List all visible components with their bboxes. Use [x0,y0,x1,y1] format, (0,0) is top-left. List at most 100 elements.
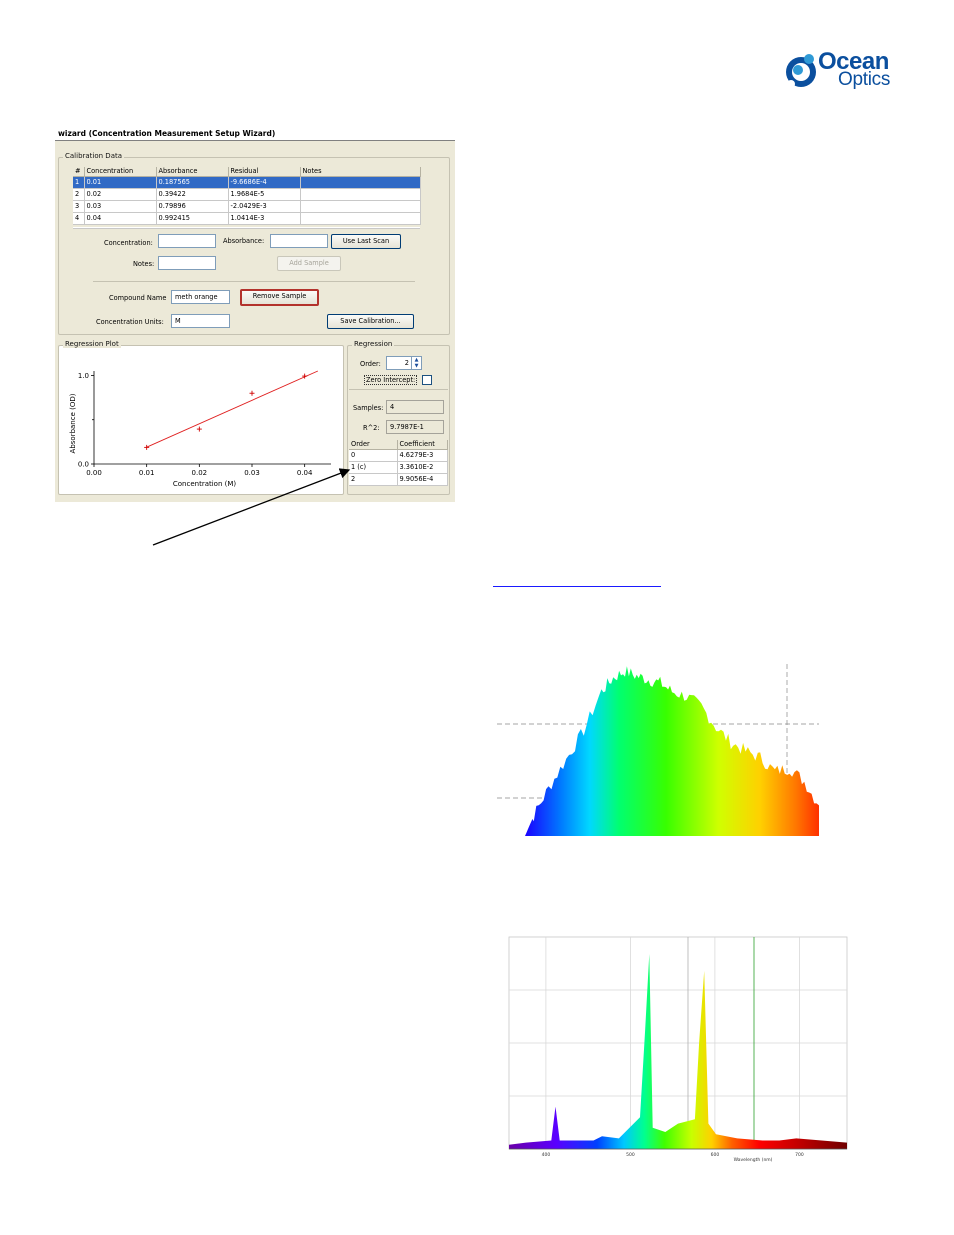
col-header-order[interactable]: Order [349,440,398,450]
absorbance-label: Absorbance: [223,237,265,245]
data-point [196,426,202,432]
x-tick-label: 400 [542,1152,551,1158]
zero-intercept-checkbox[interactable] [422,375,432,385]
col-header-residual[interactable]: Residual [228,167,301,177]
line-emission-spectrum-chart: 400 500 600 700 Wavelength (nm) [508,936,848,1163]
x-tick-label: 700 [795,1152,804,1158]
x-tick-label: 0.04 [297,469,313,477]
spectrum-area [525,666,819,836]
order-value: 2 [404,359,409,367]
zero-intercept-label: Zero Intercept: [364,375,418,385]
table-empty-area [73,227,420,229]
table-cell: 0.03 [84,200,157,213]
table-cell: 4.6279E-3 [397,449,448,462]
concentration-units-label: Concentration Units: [96,318,164,326]
table-cell: 1 (c) [349,461,398,474]
broadband-spectrum-chart [497,664,819,836]
x-tick-label: 500 [626,1152,635,1158]
r2-label: R^2: [363,424,380,432]
table-cell: 0 [349,449,398,462]
separator [349,389,448,390]
order-label: Order: [360,360,381,368]
table-row[interactable]: 0 4.6279E-3 [349,449,448,462]
col-header-absorbance[interactable]: Absorbance [156,167,229,177]
table-cell: -9.6686E-4 [228,176,301,189]
samples-label: Samples: [353,404,384,412]
compound-name-input[interactable]: meth orange [171,290,230,304]
x-tick-label: 0.03 [244,469,260,477]
calibration-table-header: # Concentration Absorbance Residual Note… [73,167,421,177]
col-header-notes[interactable]: Notes [300,167,421,177]
table-cell: 1.9684E-5 [228,188,301,201]
regression-plot-chart: 0.00 0.01 0.02 0.03 0.04 0.0 1.0 Concentration … [69,370,331,488]
y-axis-label: Absorbance (OD) [69,393,77,453]
x-axis-label: Concentration (M) [173,480,237,488]
hyperlink-underline [493,586,661,587]
concentration-units-input[interactable]: M [171,314,230,328]
table-cell: -2.0429E-3 [228,200,301,213]
separator [93,281,415,282]
coefficient-table[interactable]: Order Coefficient 0 4.6279E-3 1 (c) 3.36… [349,440,448,486]
table-cell [300,200,421,213]
coefficient-table-header: Order Coefficient [349,440,448,450]
table-row[interactable]: 1 (c) 3.3610E-2 [349,461,448,474]
table-row[interactable]: 3 0.03 0.79896 -2.0429E-3 [73,200,421,213]
compound-name-label: Compound Name [109,294,167,302]
dialog-title: wizard (Concentration Measurement Setup … [55,127,455,141]
table-row[interactable]: 1 0.01 0.187565 -9.6686E-4 [73,176,421,189]
y-tick-label: 0.0 [78,461,89,469]
table-row[interactable]: 2 9.9056E-4 [349,473,448,486]
add-sample-button[interactable]: Add Sample [277,256,341,271]
table-cell [300,188,421,201]
calibration-data-label: Calibration Data [63,152,125,160]
table-cell: 1 [73,176,85,189]
table-cell: 3 [73,200,85,213]
x-tick-label: 0.01 [139,469,155,477]
concentration-input[interactable] [158,234,216,248]
x-axis-label: Wavelength (nm) [734,1157,773,1163]
col-header-coefficient[interactable]: Coefficient [397,440,448,450]
notes-label: Notes: [133,260,155,268]
ocean-optics-logo: Ocean Optics [784,46,904,96]
table-cell: 9.9056E-4 [397,473,448,486]
calibration-table[interactable]: # Concentration Absorbance Residual Note… [73,167,421,225]
regression-fit-line [146,370,319,448]
data-point [249,390,255,396]
table-cell: 4 [73,212,85,225]
y-tick-label: 1.0 [78,372,89,380]
notes-input[interactable] [158,256,216,270]
regression-label: Regression [352,340,395,348]
table-cell: 0.04 [84,212,157,225]
logo-swirl-icon [786,54,816,88]
table-cell [300,212,421,225]
table-cell: 2 [349,473,398,486]
absorbance-input[interactable] [270,234,328,248]
r2-field: 9.7987E-1 [386,420,444,434]
samples-field: 4 [386,400,444,414]
table-cell: 0.01 [84,176,157,189]
regression-plot-label: Regression Plot [63,340,121,348]
col-header-index[interactable]: # [73,167,85,177]
concentration-label: Concentration: [104,239,153,247]
table-cell: 2 [73,188,85,201]
table-cell: 0.02 [84,188,157,201]
table-cell: 0.187565 [156,176,229,189]
table-cell: 3.3610E-2 [397,461,448,474]
x-tick-label: 600 [711,1152,720,1158]
logo-text-optics: Optics [838,69,891,90]
table-cell: 0.992415 [156,212,229,225]
table-row[interactable]: 2 0.02 0.39422 1.9684E-5 [73,188,421,201]
concentration-wizard-dialog: wizard (Concentration Measurement Setup … [55,127,455,502]
col-header-concentration[interactable]: Concentration [84,167,157,177]
use-last-scan-button[interactable]: Use Last Scan [331,234,401,249]
table-cell: 1.0414E-3 [228,212,301,225]
table-cell: 0.39422 [156,188,229,201]
spinner-arrows-icon[interactable]: ▲ ▼ [411,357,421,369]
data-point [144,444,150,450]
order-spinner[interactable]: 2 ▲ ▼ [386,356,422,370]
save-calibration-button[interactable]: Save Calibration... [327,314,414,329]
table-cell: 0.79896 [156,200,229,213]
remove-sample-button[interactable]: Remove Sample [240,289,319,306]
table-cell [300,176,421,189]
table-row[interactable]: 4 0.04 0.992415 1.0414E-3 [73,212,421,225]
